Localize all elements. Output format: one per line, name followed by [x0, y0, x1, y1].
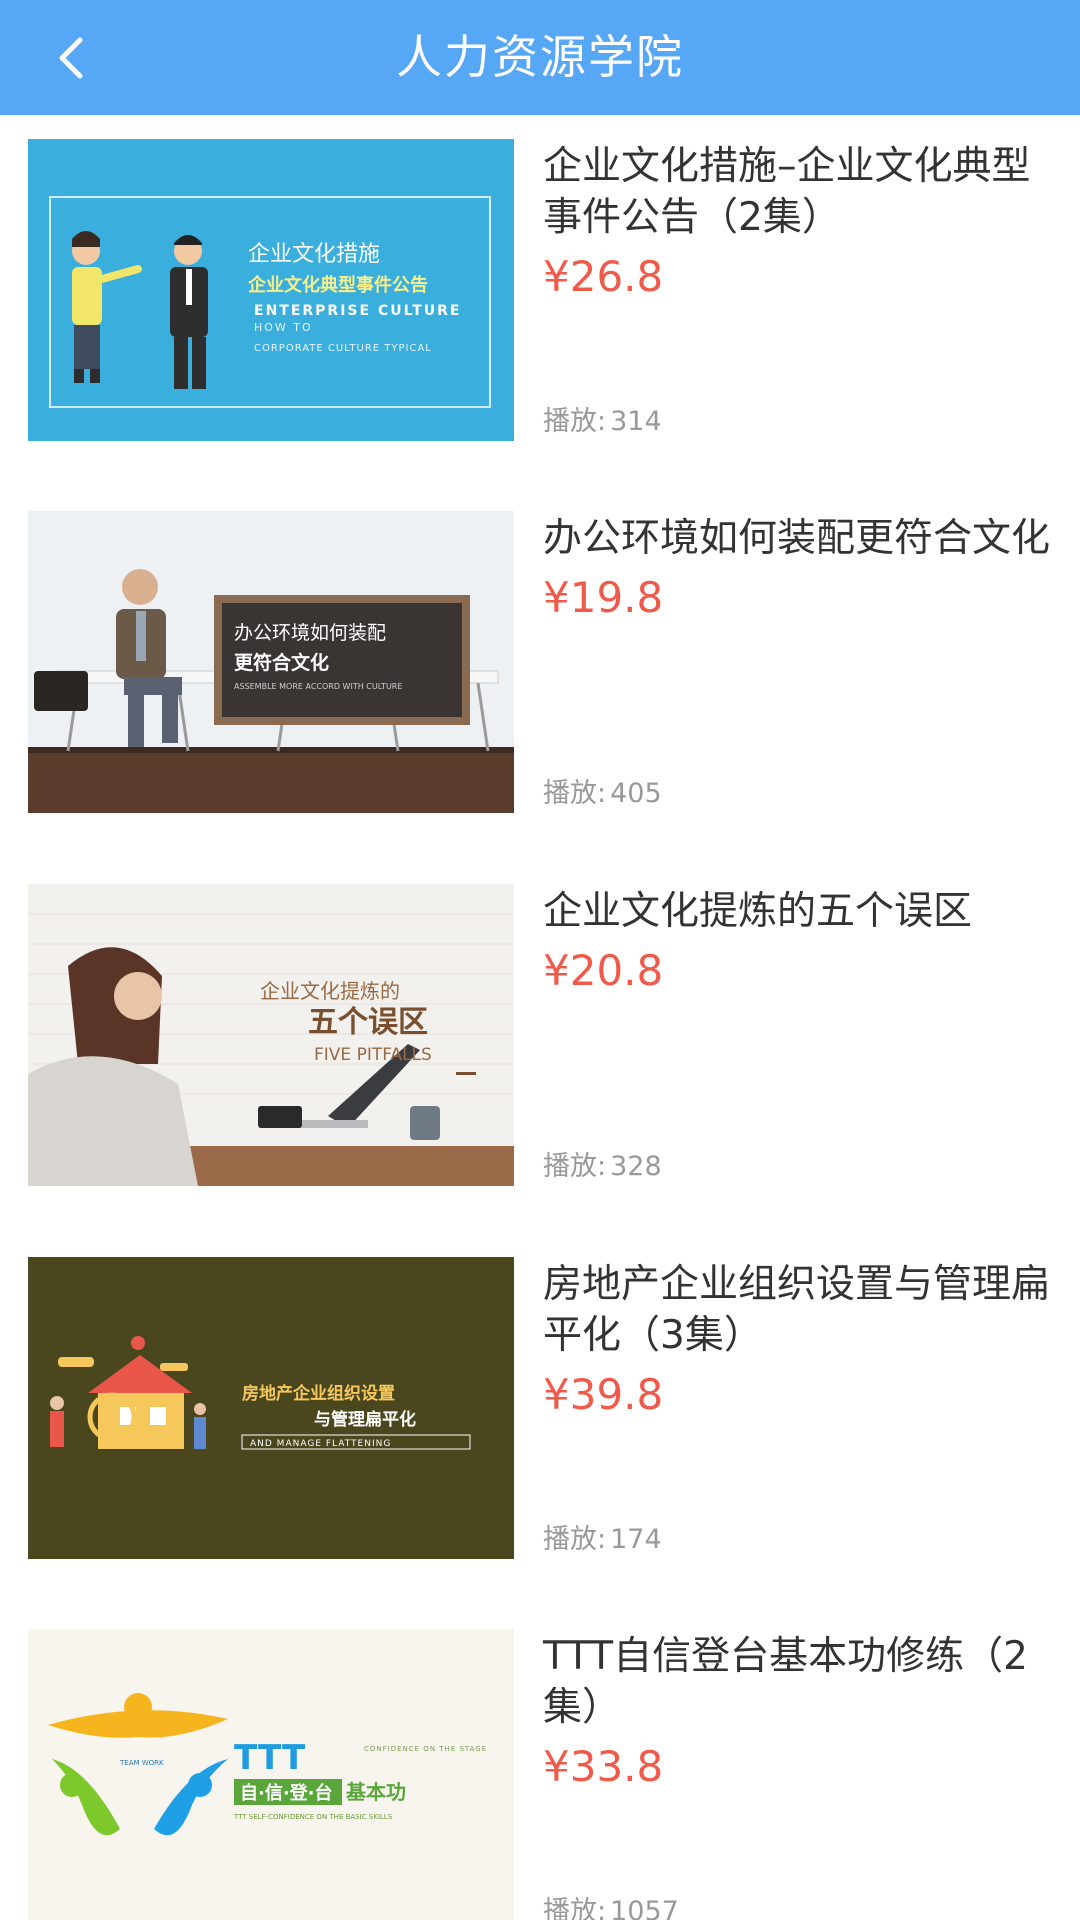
play-count-value: 174	[610, 1524, 662, 1555]
play-count-value: 314	[610, 406, 662, 437]
page-title: 人力资源学院	[396, 30, 684, 84]
play-count: 播放: 314	[543, 405, 662, 439]
thumb-text-3: ENTERPRISE CULTURE	[254, 303, 461, 319]
thumb-text-5: CORPORATE CULTURE TYPICAL	[254, 343, 432, 354]
course-title[interactable]: TTT自信登台基本功修练（2集）	[543, 1631, 1063, 1733]
thumbnail-image: 房地产企业组织设置 与管理扁平化 AND MANAGE FLATTENING	[28, 1257, 514, 1559]
play-count-value: 1057	[610, 1896, 679, 1920]
course-info: 办公环境如何装配更符合文化 ¥19.8 播放: 405	[543, 511, 1063, 813]
thumb-text-3: ASSEMBLE MORE ACCORD WITH CULTURE	[234, 682, 402, 691]
play-label: 播放:	[543, 778, 607, 809]
course-list[interactable]: 企业文化措施 企业文化典型事件公告 ENTERPRISE CULTURE HOW…	[0, 115, 1080, 1920]
course-price: ¥19.8	[543, 573, 664, 622]
thumb-text-5: CONFIDENCE ON THE STAGE	[364, 1745, 487, 1753]
course-price: ¥26.8	[543, 252, 664, 301]
thumb-text-3: FIVE PITFALLS	[314, 1045, 432, 1065]
play-label: 播放:	[543, 1524, 607, 1555]
thumb-text-4: TTT SELF-CONFIDENCE ON THE BASIC SKILLS	[233, 1813, 393, 1821]
play-count: 播放: 174	[543, 1523, 662, 1557]
thumbnail-image: 企业文化提炼的 五个误区 FIVE PITFALLS	[28, 884, 514, 1186]
course-thumbnail[interactable]: 企业文化措施 企业文化典型事件公告 ENTERPRISE CULTURE HOW…	[28, 139, 514, 441]
play-count-value: 328	[610, 1151, 662, 1182]
play-count: 播放: 1057	[543, 1895, 679, 1920]
course-thumbnail[interactable]: TEAM WORK TTT CONFIDENCE ON THE STAGE 自·…	[28, 1629, 514, 1920]
thumb-text-2: 企业文化典型事件公告	[247, 274, 428, 296]
thumb-text-2: 更符合文化	[234, 651, 329, 674]
course-title[interactable]: 企业文化提炼的五个误区	[543, 886, 1063, 937]
thumbnail-image: 办公环境如何装配 更符合文化 ASSEMBLE MORE ACCORD WITH…	[28, 511, 514, 813]
thumbnail-image: 企业文化措施 企业文化典型事件公告 ENTERPRISE CULTURE HOW…	[28, 139, 514, 441]
course-item[interactable]: 办公环境如何装配 更符合文化 ASSEMBLE MORE ACCORD WITH…	[0, 487, 1080, 859]
course-title[interactable]: 办公环境如何装配更符合文化	[543, 513, 1063, 564]
course-thumbnail[interactable]: 办公环境如何装配 更符合文化 ASSEMBLE MORE ACCORD WITH…	[28, 511, 514, 813]
thumb-text-1: 企业文化提炼的	[260, 979, 400, 1003]
course-item[interactable]: 企业文化提炼的 五个误区 FIVE PITFALLS 企业文化提炼的五个误区 ¥…	[0, 860, 1080, 1232]
play-label: 播放:	[543, 406, 607, 437]
course-info: 企业文化措施–企业文化典型事件公告（2集） ¥26.8 播放: 314	[543, 139, 1063, 441]
course-price: ¥39.8	[543, 1370, 664, 1419]
thumbnail-image: TEAM WORK TTT CONFIDENCE ON THE STAGE 自·…	[28, 1629, 514, 1920]
thumb-text-3: AND MANAGE FLATTENING	[250, 1439, 391, 1449]
course-item[interactable]: 企业文化措施 企业文化典型事件公告 ENTERPRISE CULTURE HOW…	[0, 115, 1080, 487]
course-item[interactable]: 房地产企业组织设置 与管理扁平化 AND MANAGE FLATTENING 房…	[0, 1233, 1080, 1605]
thumb-text-6: TEAM WORK	[119, 1759, 164, 1767]
play-count: 播放: 405	[543, 777, 662, 811]
course-title[interactable]: 房地产企业组织设置与管理扁平化（3集）	[543, 1259, 1063, 1361]
course-info: 企业文化提炼的五个误区 ¥20.8 播放: 328	[543, 884, 1063, 1186]
thumb-text-1: 房地产企业组织设置	[242, 1383, 395, 1404]
course-thumbnail[interactable]: 房地产企业组织设置 与管理扁平化 AND MANAGE FLATTENING	[28, 1257, 514, 1559]
thumb-text-3: 基本功	[346, 1780, 406, 1804]
thumb-text-1: 企业文化措施	[248, 242, 380, 267]
thumb-text-1: 办公环境如何装配	[234, 622, 386, 644]
course-item[interactable]: TEAM WORK TTT CONFIDENCE ON THE STAGE 自·…	[0, 1605, 1080, 1920]
course-info: TTT自信登台基本功修练（2集） ¥33.8 播放: 1057	[543, 1629, 1063, 1920]
thumb-text-2: 自·信·登·台	[240, 1782, 333, 1804]
thumb-text-2: 与管理扁平化	[314, 1409, 416, 1430]
thumb-text-1: TTT	[234, 1738, 306, 1778]
app-header: 人力资源学院	[0, 0, 1080, 115]
course-price: ¥33.8	[543, 1742, 664, 1791]
course-price: ¥20.8	[543, 946, 664, 995]
course-title[interactable]: 企业文化措施–企业文化典型事件公告（2集）	[543, 141, 1063, 243]
play-count-value: 405	[610, 778, 662, 809]
play-count: 播放: 328	[543, 1150, 662, 1184]
course-thumbnail[interactable]: 企业文化提炼的 五个误区 FIVE PITFALLS	[28, 884, 514, 1186]
play-label: 播放:	[543, 1896, 607, 1920]
thumb-text-2: 五个误区	[308, 1005, 428, 1040]
thumb-text-4: HOW TO	[254, 321, 313, 334]
play-label: 播放:	[543, 1151, 607, 1182]
course-info: 房地产企业组织设置与管理扁平化（3集） ¥39.8 播放: 174	[543, 1257, 1063, 1559]
